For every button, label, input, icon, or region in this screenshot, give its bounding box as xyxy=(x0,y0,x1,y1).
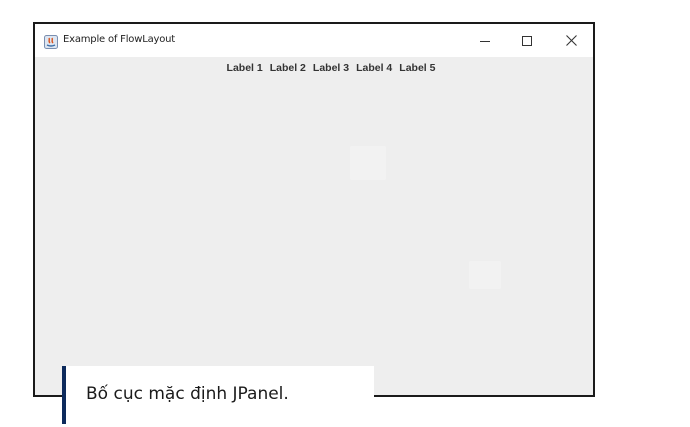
java-app-icon xyxy=(44,34,58,49)
label-3: Label 3 xyxy=(312,62,350,74)
maximize-icon xyxy=(522,35,532,46)
background-artifact xyxy=(350,146,386,180)
jpanel-content: Label 1 Label 2 Label 3 Label 4 Label 5 xyxy=(35,57,593,395)
close-icon xyxy=(565,35,577,46)
window-title: Example of FlowLayout xyxy=(63,34,176,45)
background-artifact xyxy=(469,261,501,289)
label-1: Label 1 xyxy=(226,62,263,74)
caption-accent-bar xyxy=(62,366,66,424)
title-bar[interactable]: Example of FlowLayout xyxy=(35,24,593,57)
flow-layout-row: Label 1 Label 2 Label 3 Label 4 Label 5 xyxy=(35,62,593,74)
app-window: Example of FlowLayout Label 1 Label 2 La… xyxy=(33,22,595,397)
caption-box: Bố cục mặc định JPanel. xyxy=(62,366,374,424)
label-5: Label 5 xyxy=(399,62,436,74)
label-2: Label 2 xyxy=(269,62,306,74)
minimize-icon xyxy=(480,40,490,42)
caption-text: Bố cục mặc định JPanel. xyxy=(86,384,289,404)
maximize-button[interactable] xyxy=(505,24,549,57)
minimize-button[interactable] xyxy=(463,24,507,57)
label-4: Label 4 xyxy=(356,62,393,74)
close-button[interactable] xyxy=(549,24,593,57)
